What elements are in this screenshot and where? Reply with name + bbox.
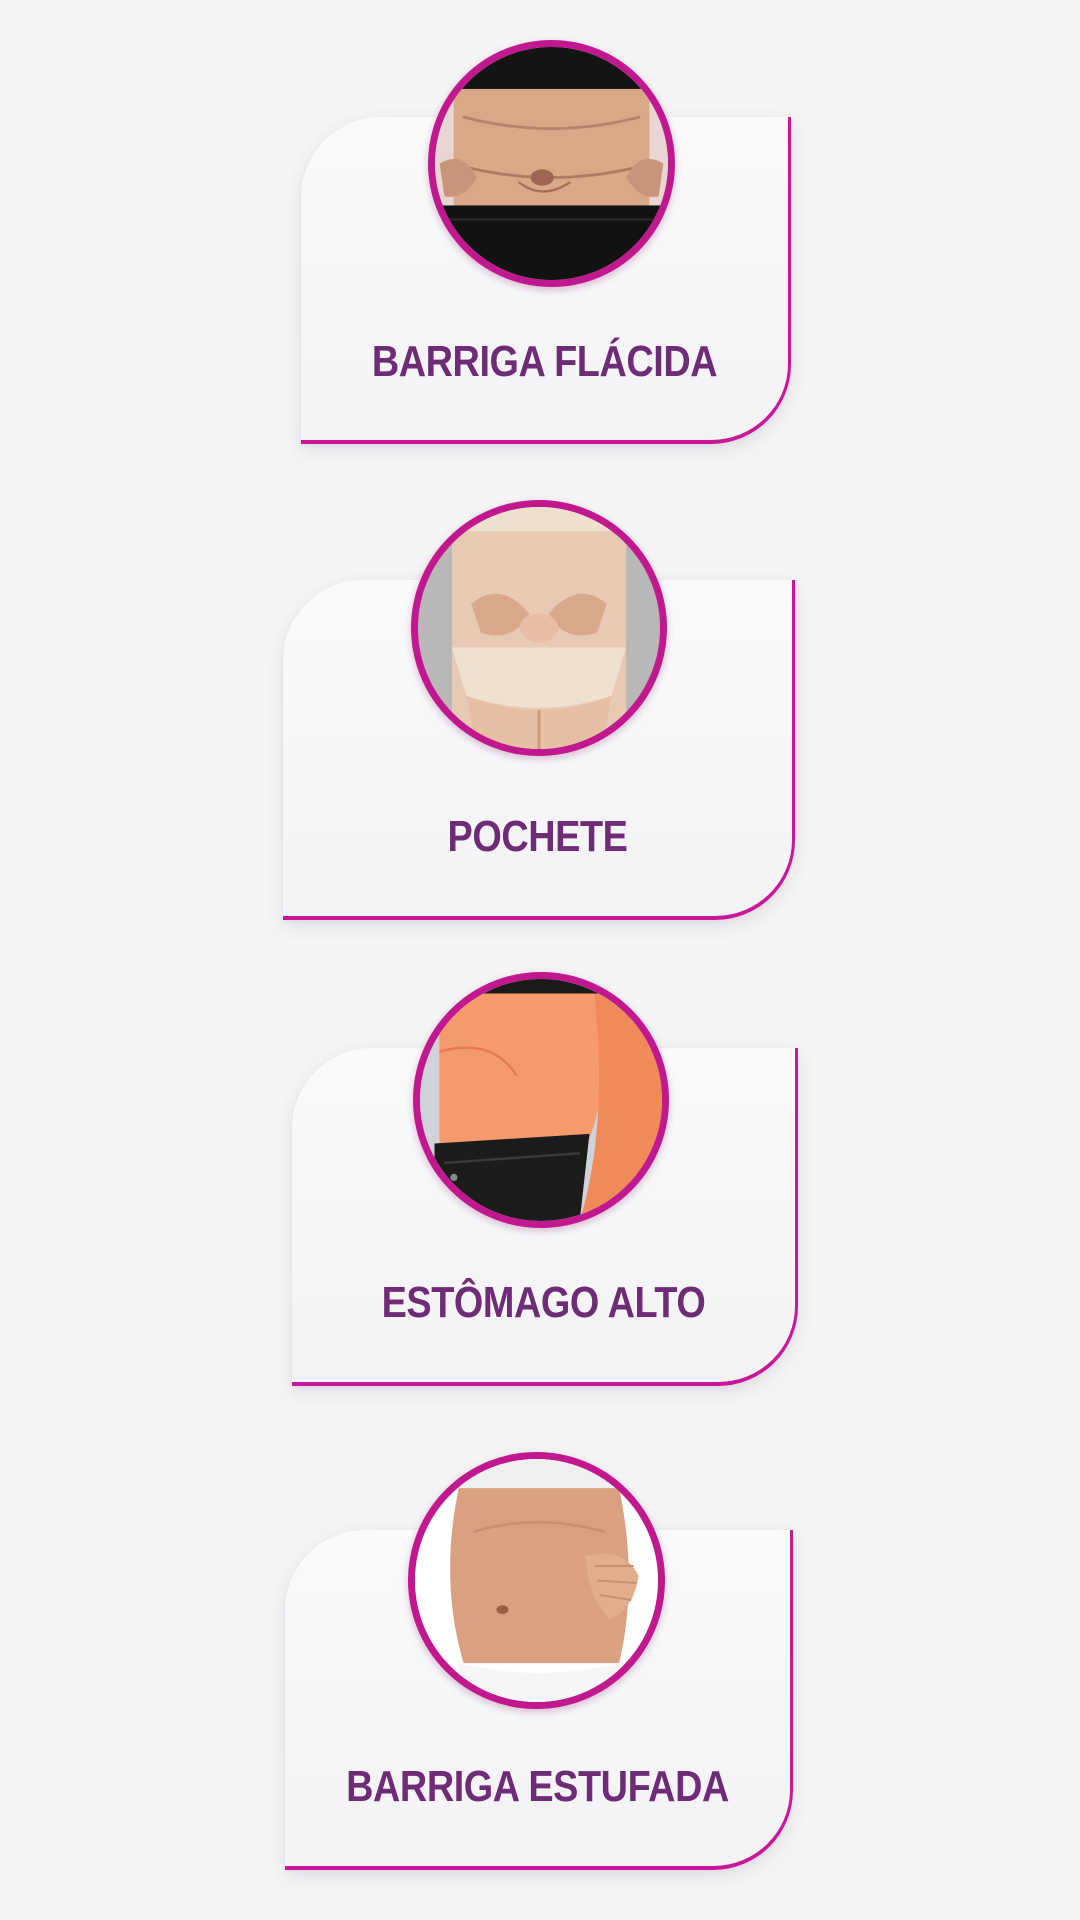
card-label: BARRIGA ESTUFADA xyxy=(346,1762,729,1811)
lower-belly-fat-photo-icon xyxy=(411,500,667,756)
upper-stomach-photo-icon xyxy=(413,972,669,1228)
card-label: POCHETE xyxy=(447,812,628,861)
bloated-belly-photo-icon xyxy=(408,1452,665,1709)
loose-belly-photo-icon xyxy=(428,40,675,287)
card-label: BARRIGA FLÁCIDA xyxy=(371,337,718,386)
card-label: ESTÔMAGO ALTO xyxy=(381,1278,706,1327)
